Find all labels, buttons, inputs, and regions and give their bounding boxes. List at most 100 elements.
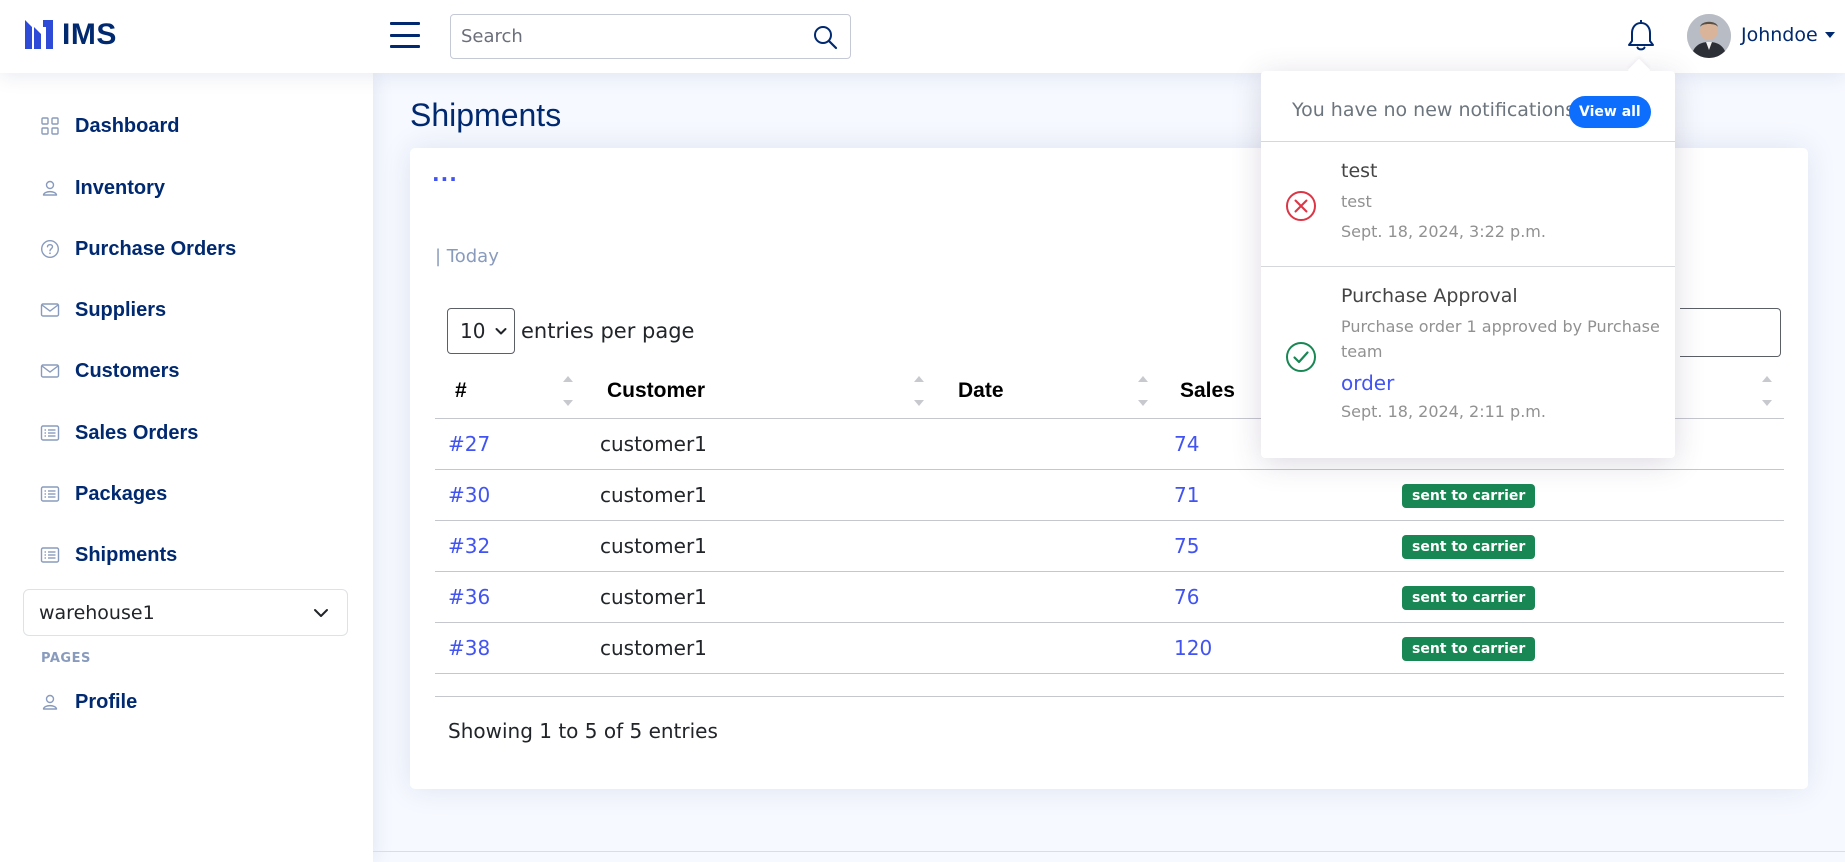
date-cell — [936, 571, 1160, 623]
sidebar-item-label: Inventory — [75, 176, 166, 199]
sidebar-item-packages[interactable]: Packages — [40, 479, 167, 509]
shipment-id-link[interactable]: #36 — [448, 585, 490, 609]
sidebar-item-label: Purchase Orders — [75, 237, 237, 260]
column-header-id[interactable]: # — [435, 364, 585, 419]
customer-cell: customer1 — [585, 520, 936, 572]
entries-value: 10 — [460, 319, 486, 343]
sales-link[interactable]: 75 — [1174, 534, 1199, 558]
chevron-down-icon — [314, 609, 328, 617]
sales-link[interactable]: 76 — [1174, 585, 1199, 609]
brand-name: IMS — [62, 18, 117, 51]
notification-title: test — [1341, 160, 1378, 182]
list-icon — [40, 547, 60, 563]
entries-label: entries per page — [521, 319, 695, 343]
chevron-down-icon — [495, 328, 507, 335]
notification-message: Purchase order 1 approved by Purchase te… — [1341, 317, 1660, 361]
sort-icon — [1138, 376, 1148, 406]
sort-icon — [914, 376, 924, 406]
pages-heading: PAGES — [41, 651, 91, 666]
sort-icon — [1762, 376, 1772, 406]
entries-per-page-select[interactable]: 10 — [447, 308, 515, 354]
sidebar-item-inventory[interactable]: Inventory — [40, 173, 165, 203]
date-cell — [936, 520, 1160, 572]
sidebar-item-sales-orders[interactable]: Sales Orders — [40, 418, 198, 448]
sidebar-item-label: Packages — [75, 482, 168, 505]
sidebar-item-purchase-orders[interactable]: Purchase Orders — [40, 234, 236, 264]
sidebar-item-shipments[interactable]: Shipments — [40, 540, 177, 570]
username-label: Johndoe — [1741, 24, 1818, 46]
sidebar: Dashboard Inventory Purchase Orders Supp… — [0, 73, 373, 862]
date-cell — [936, 622, 1160, 674]
person-icon — [42, 694, 58, 710]
notifications-header: You have no new notifications — [1292, 99, 1576, 121]
customer-cell: customer1 — [585, 418, 936, 470]
sales-link[interactable]: 74 — [1174, 432, 1199, 456]
top-header: IMS Johndoe — [0, 0, 1845, 73]
view-all-button[interactable]: View all — [1569, 96, 1651, 128]
avatar[interactable] — [1687, 14, 1731, 58]
table-row: #36 customer1 76 sent to carrier — [435, 571, 1784, 623]
shipment-id-link[interactable]: #38 — [448, 636, 490, 660]
search-icon[interactable] — [812, 24, 838, 50]
sidebar-item-label: Shipments — [75, 543, 178, 566]
notification-time: Sept. 18, 2024, 3:22 p.m. — [1341, 222, 1546, 241]
column-header-customer[interactable]: Customer — [585, 364, 936, 419]
divider — [1261, 141, 1675, 142]
table-row: #32 customer1 75 sent to carrier — [435, 520, 1784, 572]
sales-link[interactable]: 71 — [1174, 483, 1199, 507]
notifications-dropdown: You have no new notifications View all t… — [1261, 71, 1675, 458]
search-input[interactable] — [451, 15, 801, 58]
caret-down-icon — [1824, 32, 1835, 38]
entries-per-page: 10 entries per page — [447, 308, 694, 354]
sidebar-item-label: Customers — [75, 359, 180, 382]
sidebar-item-label: Profile — [75, 690, 138, 713]
status-badge: sent to carrier — [1402, 535, 1536, 559]
notification-title: Purchase Approval — [1341, 285, 1518, 307]
x-circle-icon — [1286, 191, 1316, 221]
bell-icon[interactable] — [1626, 20, 1656, 52]
sidebar-item-profile[interactable]: Profile — [40, 687, 137, 717]
status-badge: sent to carrier — [1402, 484, 1536, 508]
shipment-id-link[interactable]: #32 — [448, 534, 490, 558]
customer-cell: customer1 — [585, 571, 936, 623]
sales-link[interactable]: 120 — [1174, 636, 1212, 660]
notification-link[interactable]: order — [1341, 371, 1394, 395]
column-header-date[interactable]: Date — [936, 364, 1160, 419]
sidebar-item-dashboard[interactable]: Dashboard — [40, 111, 179, 141]
envelope-icon — [40, 303, 60, 317]
page-title: Shipments — [410, 97, 562, 133]
sidebar-item-suppliers[interactable]: Suppliers — [40, 295, 166, 325]
notification-message: test — [1341, 192, 1372, 211]
sidebar-item-label: Suppliers — [75, 298, 167, 321]
list-icon — [40, 486, 60, 502]
envelope-icon — [40, 364, 60, 378]
sidebar-item-label: Dashboard — [75, 114, 180, 137]
date-cell — [936, 418, 1160, 470]
profile-photo — [1687, 14, 1731, 58]
table-search-input[interactable] — [1680, 308, 1781, 357]
customer-cell: customer1 — [585, 622, 936, 674]
shipment-id-link[interactable]: #27 — [448, 432, 490, 456]
notification-time: Sept. 18, 2024, 2:11 p.m. — [1341, 402, 1546, 421]
page-footer-divider — [373, 851, 1845, 852]
list-icon — [40, 425, 60, 441]
grid-icon — [41, 117, 59, 135]
warehouse-select[interactable]: warehouse1 — [23, 589, 348, 636]
sidebar-item-customers[interactable]: Customers — [40, 356, 179, 386]
sort-icon — [563, 376, 573, 406]
status-badge: sent to carrier — [1402, 586, 1536, 610]
question-circle-icon — [40, 239, 60, 259]
shipment-id-link[interactable]: #30 — [448, 483, 490, 507]
user-menu[interactable]: Johndoe — [1741, 24, 1835, 46]
logo-icon — [25, 20, 53, 49]
toggle-sidebar-button[interactable] — [390, 22, 420, 48]
table-footer-divider — [435, 696, 1784, 697]
logo[interactable]: IMS — [22, 18, 117, 52]
table-row: #30 customer1 71 sent to carrier — [435, 469, 1784, 521]
filter-label: | Today — [435, 246, 499, 267]
more-options-icon[interactable]: ... — [432, 162, 458, 186]
person-icon — [42, 180, 58, 196]
table-row: #38 customer1 120 sent to carrier — [435, 622, 1784, 674]
table-info: Showing 1 to 5 of 5 entries — [448, 719, 718, 743]
customer-cell: customer1 — [585, 469, 936, 521]
